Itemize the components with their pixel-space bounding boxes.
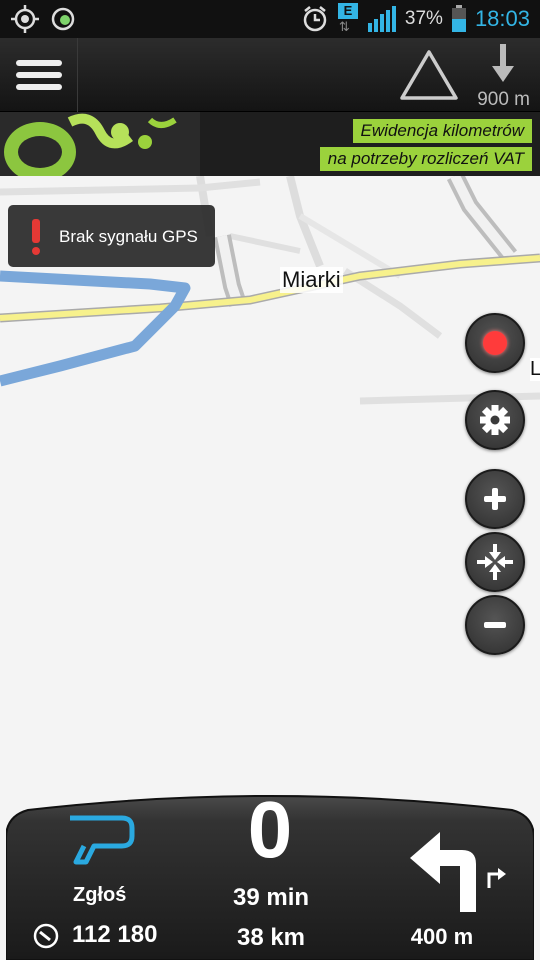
menu-button[interactable] <box>0 38 78 112</box>
warning-triangle-icon <box>400 50 458 100</box>
gps-icon <box>11 5 39 33</box>
plus-icon <box>484 488 506 510</box>
clock: 18:03 <box>474 6 530 31</box>
warning-distance: 900 m <box>477 89 530 110</box>
network-type-badge: E ⇅ <box>337 3 359 35</box>
turn-distance: 400 m <box>410 924 474 949</box>
turn-left-arrow-icon <box>410 832 476 912</box>
odometer-value: 112 180 <box>72 921 158 948</box>
gps-signal-toast: Brak sygnału GPS <box>8 205 215 267</box>
remaining-time: 39 min <box>232 884 310 911</box>
navigation-top-bar: 900 m <box>0 38 540 112</box>
banner-text-line2: na potrzeby rozliczeń VAT <box>319 147 532 171</box>
edge-place-label: L <box>530 358 540 381</box>
data-arrows-icon: ⇅ <box>338 19 350 34</box>
record-button[interactable] <box>465 313 525 373</box>
remaining-distance: 38 km <box>236 924 306 951</box>
status-bar: E ⇅ 37% 18:03 <box>0 0 540 38</box>
signal-strength-icon <box>367 6 396 32</box>
report-button[interactable] <box>66 812 136 871</box>
report-logo-icon <box>70 815 135 865</box>
map-roads <box>0 176 540 405</box>
collapse-arrows-icon <box>477 544 513 580</box>
current-speed: 0 <box>247 785 293 874</box>
navigation-info-panel: Zgłoś 112 180 0 39 min 38 km 400 m <box>6 788 534 960</box>
report-label[interactable]: Zgłoś <box>73 884 126 907</box>
battery-icon <box>451 5 466 32</box>
ad-banner[interactable]: Ewidencja kilometrów na potrzeby rozlicz… <box>0 112 540 176</box>
arrow-down-icon <box>492 44 514 82</box>
gear-icon <box>480 405 510 435</box>
fit-to-screen-button[interactable] <box>465 532 525 592</box>
zoom-out-button[interactable] <box>465 595 525 655</box>
battery-percent: 37% <box>404 8 443 29</box>
banner-graphic <box>0 112 200 176</box>
banner-text-line1: Ewidencja kilometrów <box>352 119 532 143</box>
alarm-clock-icon <box>303 6 327 32</box>
minus-icon <box>484 622 506 628</box>
zoom-in-button[interactable] <box>465 469 525 529</box>
next-turn-right-icon <box>487 868 506 888</box>
exclamation-dot <box>32 247 40 255</box>
exclamation-icon <box>32 219 40 243</box>
place-label: Miarki <box>280 267 343 293</box>
settings-button[interactable] <box>465 390 525 450</box>
map-view[interactable]: Miarki L <box>0 176 540 796</box>
odometer-icon <box>33 923 59 949</box>
navigation-app-icon <box>51 7 75 31</box>
gps-toast-text: Brak sygnału GPS <box>59 227 198 246</box>
